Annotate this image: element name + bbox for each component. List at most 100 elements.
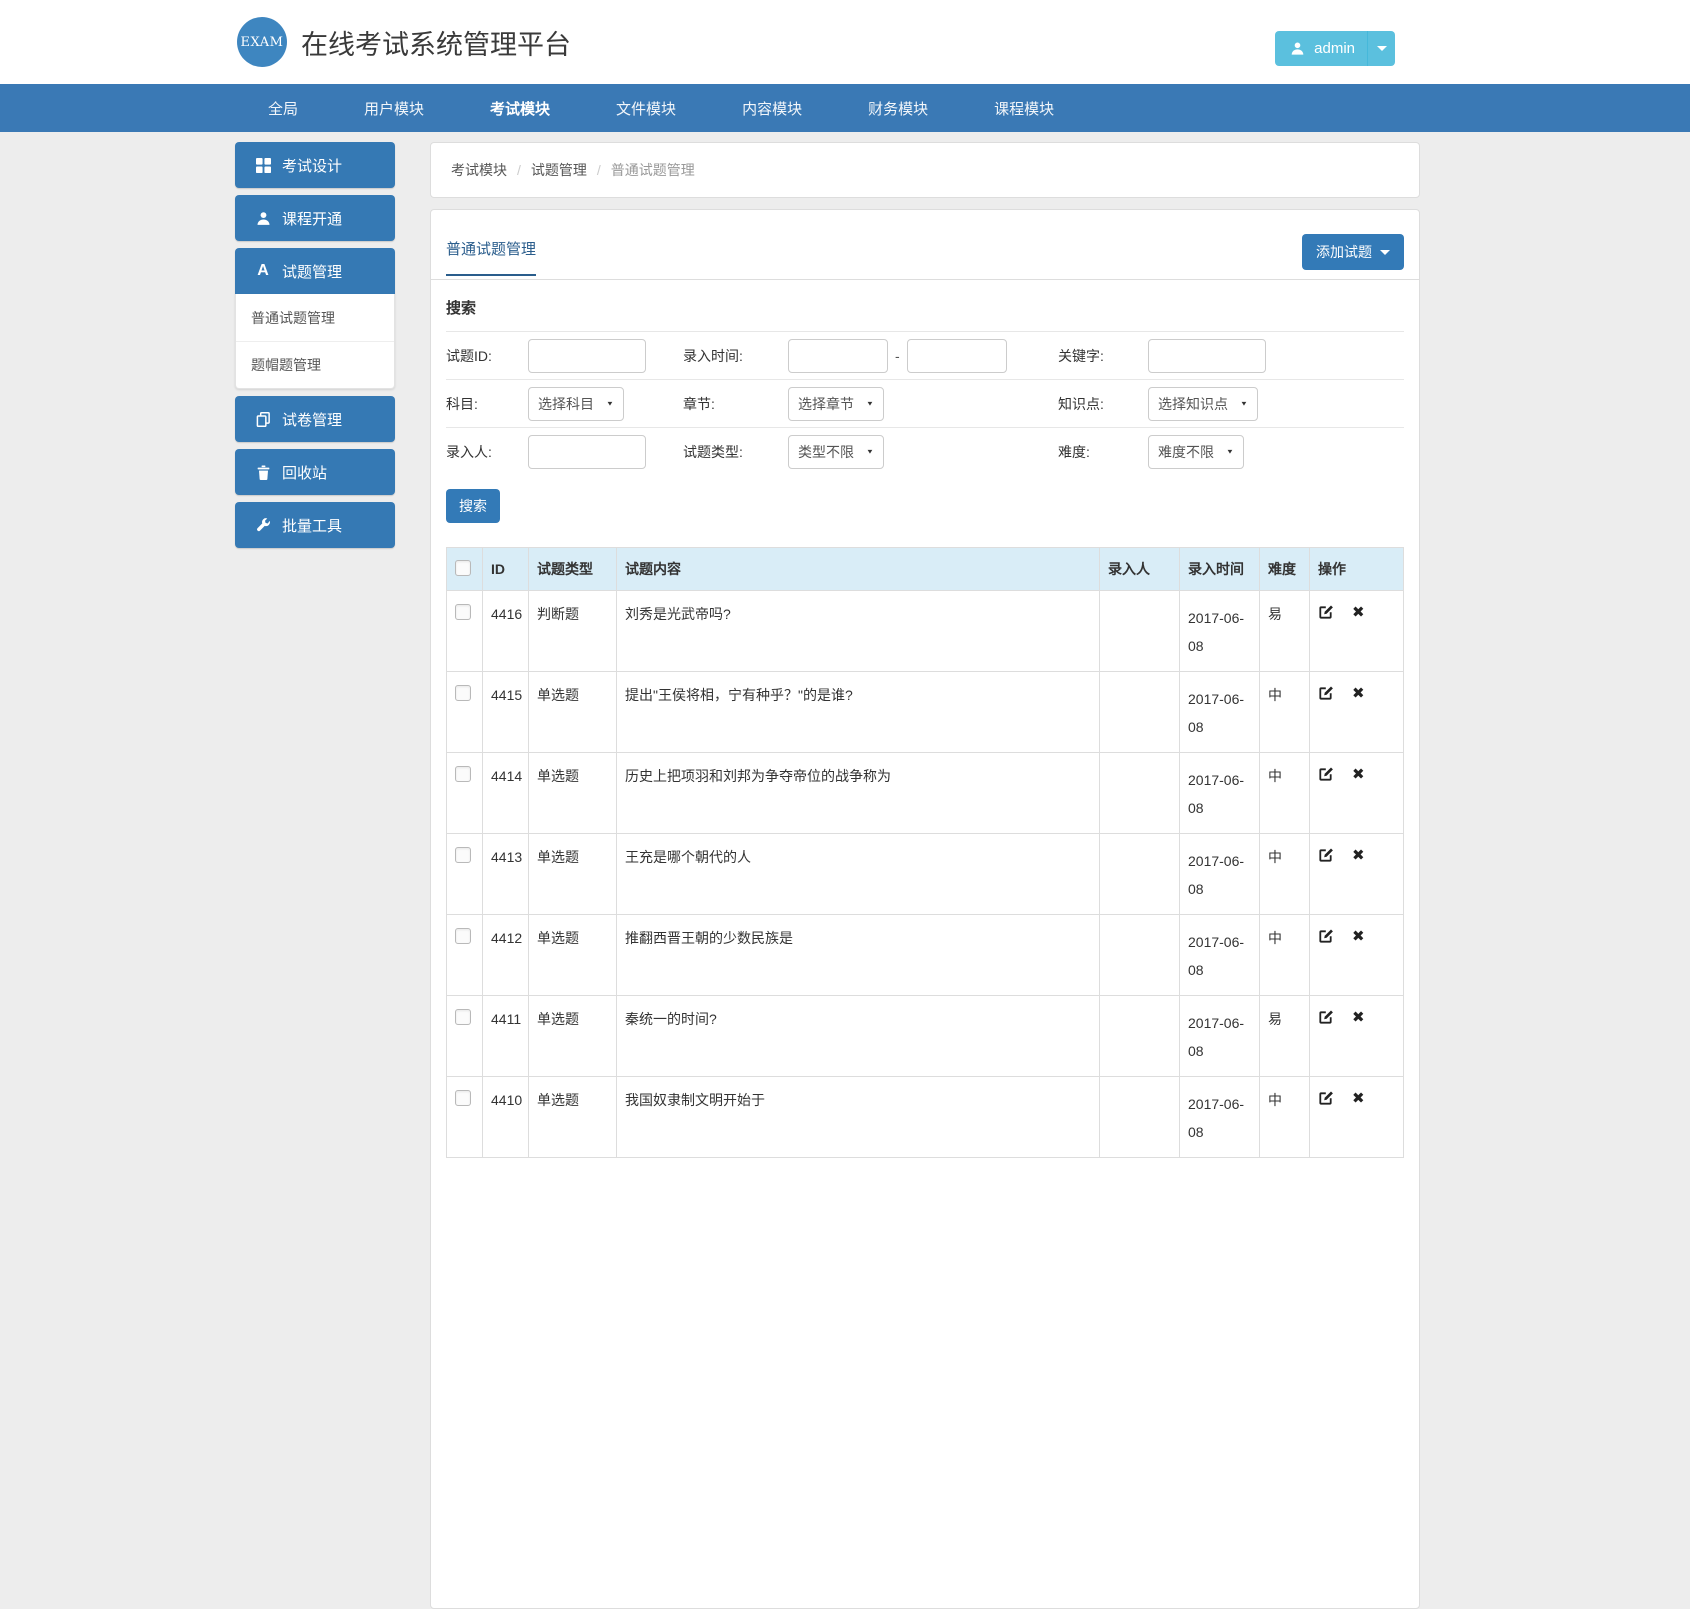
delete-icon[interactable]: ✖ (1352, 767, 1365, 782)
user-button[interactable]: admin (1275, 31, 1367, 66)
cell-type: 单选题 (529, 996, 617, 1077)
chapter-selected-value: 选择章节 (798, 394, 854, 414)
sidebar-subitem-cap-question[interactable]: 题帽题管理 (236, 341, 394, 388)
nav-item-global[interactable]: 全局 (235, 84, 331, 132)
cell-date: 2017-06-08 (1180, 1077, 1260, 1158)
sidebar-item-question-manage[interactable]: A 试题管理 (235, 248, 395, 294)
delete-icon[interactable]: ✖ (1352, 605, 1365, 620)
question-id-label: 试题ID: (446, 346, 528, 366)
cell-type: 单选题 (529, 753, 617, 834)
cell-difficulty: 中 (1260, 915, 1310, 996)
sidebar-item-recycle-bin[interactable]: 回收站 (235, 449, 395, 495)
table-row: 4414 单选题 历史上把项羽和刘邦为争夺帝位的战争称为 2017-06-08 … (447, 753, 1404, 834)
nav-item-file-module[interactable]: 文件模块 (583, 84, 709, 132)
add-question-button[interactable]: 添加试题 (1302, 234, 1404, 270)
difficulty-select[interactable]: 难度不限 ▼ (1148, 435, 1244, 469)
delete-icon[interactable]: ✖ (1352, 1010, 1365, 1025)
delete-icon[interactable]: ✖ (1352, 848, 1365, 863)
select-all-checkbox[interactable] (455, 560, 471, 576)
search-button[interactable]: 搜索 (446, 489, 500, 523)
user-dropdown-toggle[interactable] (1367, 31, 1395, 66)
nav-item-content-module[interactable]: 内容模块 (709, 84, 835, 132)
edit-icon[interactable] (1318, 685, 1334, 701)
edit-icon[interactable] (1318, 847, 1334, 863)
cell-content: 推翻西晋王朝的少数民族是 (617, 915, 1100, 996)
cell-content: 提出"王侯将相，宁有种乎？"的是谁? (617, 672, 1100, 753)
chevron-down-icon: ▼ (1240, 400, 1248, 407)
edit-icon[interactable] (1318, 928, 1334, 944)
sidebar-item-exam-design[interactable]: 考试设计 (235, 142, 395, 188)
edit-icon[interactable] (1318, 1090, 1334, 1106)
creator-input[interactable] (528, 435, 646, 469)
delete-icon[interactable]: ✖ (1352, 929, 1365, 944)
question-table: ID 试题类型 试题内容 录入人 录入时间 难度 操作 4416 判断题 刘秀是… (446, 547, 1404, 1158)
cell-type: 单选题 (529, 1077, 617, 1158)
cell-id: 4414 (483, 753, 529, 834)
search-row-2: 科目: 选择科目 ▼ 章节: 选择章节 ▼ 知识点: 选择 (446, 379, 1404, 427)
row-checkbox[interactable] (455, 1009, 471, 1025)
user-name: admin (1314, 40, 1355, 57)
cell-difficulty: 中 (1260, 753, 1310, 834)
row-checkbox[interactable] (455, 928, 471, 944)
delete-icon[interactable]: ✖ (1352, 1091, 1365, 1106)
edit-icon[interactable] (1318, 604, 1334, 620)
sidebar-item-batch-tools[interactable]: 批量工具 (235, 502, 395, 548)
question-id-input[interactable] (528, 339, 646, 373)
question-type-select[interactable]: 类型不限 ▼ (788, 435, 884, 469)
table-row: 4411 单选题 秦统一的时间? 2017-06-08 易 ✖ (447, 996, 1404, 1077)
chapter-select[interactable]: 选择章节 ▼ (788, 387, 884, 421)
table-row: 4415 单选题 提出"王侯将相，宁有种乎？"的是谁? 2017-06-08 中 (447, 672, 1404, 753)
cell-creator (1100, 996, 1180, 1077)
cell-creator (1100, 1077, 1180, 1158)
row-checkbox[interactable] (455, 1090, 471, 1106)
cell-type: 单选题 (529, 834, 617, 915)
edit-icon[interactable] (1318, 766, 1334, 782)
tab-normal-question-manage[interactable]: 普通试题管理 (446, 238, 536, 276)
sidebar-item-course-open[interactable]: 课程开通 (235, 195, 395, 241)
cell-id: 4410 (483, 1077, 529, 1158)
breadcrumb-exam-module[interactable]: 考试模块 (451, 160, 507, 180)
question-manage-submenu: 普通试题管理 题帽题管理 (235, 294, 395, 389)
breadcrumb-question-manage[interactable]: 试题管理 (531, 160, 587, 180)
breadcrumb-separator: / (517, 162, 521, 178)
chevron-down-icon (1380, 250, 1390, 255)
row-checkbox[interactable] (455, 766, 471, 782)
cell-date: 2017-06-08 (1180, 672, 1260, 753)
sidebar-item-label: 试卷管理 (282, 409, 342, 430)
subject-selected-value: 选择科目 (538, 394, 594, 414)
entry-time-to-input[interactable] (907, 339, 1007, 373)
delete-icon[interactable]: ✖ (1352, 686, 1365, 701)
question-type-label: 试题类型: (683, 442, 788, 462)
cell-content: 历史上把项羽和刘邦为争夺帝位的战争称为 (617, 753, 1100, 834)
cell-creator (1100, 753, 1180, 834)
letter-a-icon: A (253, 263, 273, 279)
row-checkbox[interactable] (455, 685, 471, 701)
sidebar-item-label: 回收站 (282, 462, 327, 483)
chevron-down-icon: ▼ (606, 400, 614, 407)
nav-item-user-module[interactable]: 用户模块 (331, 84, 457, 132)
nav-item-finance-module[interactable]: 财务模块 (835, 84, 961, 132)
row-checkbox[interactable] (455, 604, 471, 620)
user-menu: admin (1275, 31, 1395, 66)
cell-content: 王充是哪个朝代的人 (617, 834, 1100, 915)
edit-icon[interactable] (1318, 1009, 1334, 1025)
sidebar-item-label: 试题管理 (282, 261, 342, 282)
sidebar-item-paper-manage[interactable]: 试卷管理 (235, 396, 395, 442)
cell-id: 4415 (483, 672, 529, 753)
keyword-input[interactable] (1148, 339, 1266, 373)
knowledge-select[interactable]: 选择知识点 ▼ (1148, 387, 1258, 421)
column-id: ID (483, 548, 529, 591)
column-type: 试题类型 (529, 548, 617, 591)
entry-time-from-input[interactable] (788, 339, 888, 373)
cell-difficulty: 易 (1260, 996, 1310, 1077)
chevron-down-icon: ▼ (866, 400, 874, 407)
brand: EXAM 在线考试系统管理平台 (237, 17, 571, 67)
nav-item-exam-module[interactable]: 考试模块 (457, 84, 583, 132)
column-content: 试题内容 (617, 548, 1100, 591)
subject-select[interactable]: 选择科目 ▼ (528, 387, 624, 421)
nav-item-course-module[interactable]: 课程模块 (961, 84, 1087, 132)
sidebar-subitem-normal-question[interactable]: 普通试题管理 (236, 294, 394, 341)
row-checkbox[interactable] (455, 847, 471, 863)
copy-icon (253, 412, 273, 427)
user-icon (253, 211, 273, 226)
